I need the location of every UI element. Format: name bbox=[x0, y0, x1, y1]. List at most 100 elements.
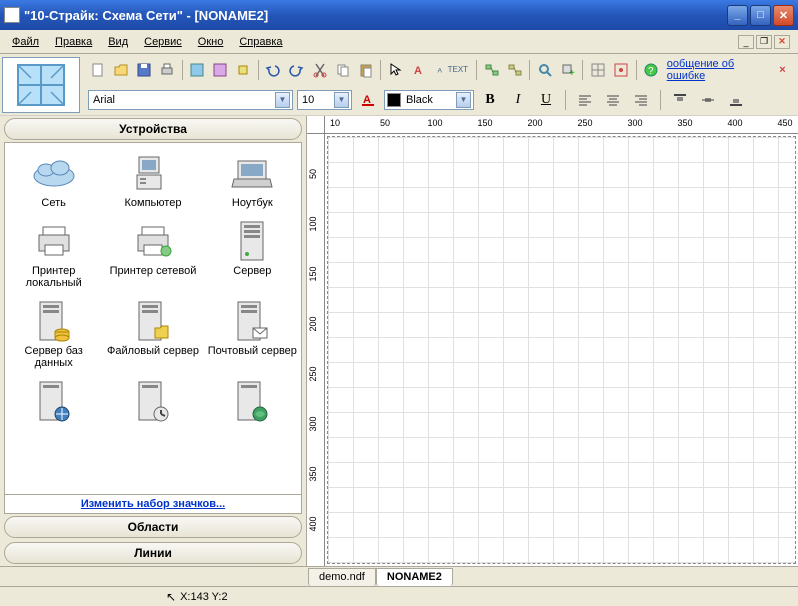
help-button[interactable]: ? bbox=[641, 59, 662, 81]
areas-panel-header[interactable]: Области bbox=[4, 516, 302, 538]
cloud-icon bbox=[30, 151, 78, 195]
valign-top-button[interactable] bbox=[669, 89, 691, 111]
ruler-tick: 200 bbox=[308, 316, 318, 331]
ruler-tick: 10 bbox=[330, 118, 340, 128]
copy-image-button[interactable] bbox=[233, 59, 254, 81]
ruler-tick: 300 bbox=[308, 416, 318, 431]
copy-button[interactable] bbox=[332, 59, 353, 81]
color-combo[interactable]: Black ▼ bbox=[384, 90, 474, 110]
menu-bar: Файл Правка Вид Сервис Окно Справка _ ❐ … bbox=[0, 30, 798, 54]
align-right-button[interactable] bbox=[630, 89, 652, 111]
ruler-tick: 50 bbox=[380, 118, 390, 128]
redo-button[interactable] bbox=[286, 59, 307, 81]
mail-server-icon bbox=[228, 299, 276, 343]
font-size-combo[interactable]: 10 ▼ bbox=[297, 90, 352, 110]
align-center-button[interactable] bbox=[602, 89, 624, 111]
server-icon bbox=[228, 219, 276, 263]
device-item-net-printer[interactable]: Принтер сетевой bbox=[104, 215, 201, 293]
devices-panel-header[interactable]: Устройства bbox=[4, 118, 302, 140]
server3-icon bbox=[129, 379, 177, 423]
valign-bottom-button[interactable] bbox=[725, 89, 747, 111]
paste-button[interactable] bbox=[355, 59, 376, 81]
ruler-tick: 150 bbox=[477, 118, 492, 128]
mdi-restore-button[interactable]: ❐ bbox=[756, 35, 772, 49]
device-item-printer[interactable]: Принтер локальный bbox=[5, 215, 102, 293]
maximize-button[interactable]: □ bbox=[750, 5, 771, 26]
color-swatch bbox=[387, 93, 401, 107]
open-button[interactable] bbox=[110, 59, 131, 81]
laptop-icon bbox=[228, 151, 276, 195]
svg-text:A: A bbox=[437, 67, 442, 74]
lines-panel-header[interactable]: Линии bbox=[4, 542, 302, 564]
left-panel: Устройства Сеть Компьютер Ноутбук Принтер л… bbox=[0, 116, 307, 566]
underline-button[interactable]: U bbox=[535, 89, 557, 111]
computer-icon bbox=[129, 151, 177, 195]
device-label: Принтер сетевой bbox=[110, 265, 197, 277]
error-close-icon[interactable]: × bbox=[772, 59, 793, 81]
menu-service[interactable]: Сервис bbox=[136, 33, 190, 51]
device-label: Принтер локальный bbox=[7, 265, 100, 289]
device-item-cloud[interactable]: Сеть bbox=[5, 147, 102, 213]
menu-view[interactable]: Вид bbox=[100, 33, 136, 51]
font-color-button[interactable]: A bbox=[357, 89, 379, 111]
minimize-button[interactable]: _ bbox=[727, 5, 748, 26]
ruler-horizontal: 1050100150200250300350400450 bbox=[325, 116, 798, 134]
export-image-button[interactable] bbox=[186, 59, 207, 81]
select-button[interactable] bbox=[385, 59, 406, 81]
link-button[interactable] bbox=[481, 59, 502, 81]
chevron-down-icon[interactable]: ▼ bbox=[334, 92, 349, 108]
snap-button[interactable] bbox=[611, 59, 632, 81]
device-item-db-server[interactable]: Сервер баз данных bbox=[5, 295, 102, 373]
chevron-down-icon[interactable]: ▼ bbox=[456, 92, 471, 108]
device-item-server2[interactable] bbox=[5, 375, 102, 429]
mdi-close-button[interactable]: ✕ bbox=[774, 35, 790, 49]
app-icon bbox=[4, 7, 20, 23]
save-button[interactable] bbox=[133, 59, 154, 81]
ruler-tick: 400 bbox=[308, 516, 318, 531]
export-visio-button[interactable] bbox=[210, 59, 231, 81]
device-item-server[interactable]: Сервер bbox=[204, 215, 301, 293]
ruler-tick: 350 bbox=[308, 466, 318, 481]
label-tool-button[interactable]: ATEXT bbox=[432, 59, 472, 81]
color-value: Black bbox=[404, 94, 456, 106]
change-icons-link[interactable]: Изменить набор значков... bbox=[4, 495, 302, 514]
error-report-link[interactable]: ообщение об ошибке bbox=[667, 58, 771, 82]
svg-text:A: A bbox=[414, 65, 422, 77]
print-button[interactable] bbox=[156, 59, 177, 81]
menu-window[interactable]: Окно bbox=[190, 33, 232, 51]
valign-middle-button[interactable] bbox=[697, 89, 719, 111]
device-label: Сеть bbox=[41, 197, 65, 209]
link2-button[interactable] bbox=[504, 59, 525, 81]
device-item-file-server[interactable]: Файловый сервер bbox=[104, 295, 201, 373]
scan-button[interactable] bbox=[534, 59, 555, 81]
device-label: Компьютер bbox=[125, 197, 182, 209]
cut-button[interactable] bbox=[309, 59, 330, 81]
ruler-tick: 450 bbox=[777, 118, 792, 128]
server4-icon bbox=[228, 379, 276, 423]
text-tool-button[interactable]: A bbox=[408, 59, 429, 81]
menu-help[interactable]: Справка bbox=[231, 33, 290, 51]
document-tab[interactable]: NONAME2 bbox=[376, 568, 453, 586]
add-device-button[interactable]: + bbox=[557, 59, 578, 81]
close-button[interactable]: ✕ bbox=[773, 5, 794, 26]
canvas[interactable] bbox=[327, 136, 796, 564]
undo-button[interactable] bbox=[263, 59, 284, 81]
bold-button[interactable]: B bbox=[479, 89, 501, 111]
italic-button[interactable]: I bbox=[507, 89, 529, 111]
menu-file[interactable]: Файл bbox=[4, 33, 47, 51]
device-item-server3[interactable] bbox=[104, 375, 201, 429]
grid-button[interactable] bbox=[587, 59, 608, 81]
new-button[interactable] bbox=[87, 59, 108, 81]
document-tab[interactable]: demo.ndf bbox=[308, 568, 376, 586]
align-left-button[interactable] bbox=[574, 89, 596, 111]
menu-edit[interactable]: Правка bbox=[47, 33, 100, 51]
device-item-computer[interactable]: Компьютер bbox=[104, 147, 201, 213]
ruler-vertical: 50100150200250300350400 bbox=[307, 134, 325, 566]
mdi-minimize-button[interactable]: _ bbox=[738, 35, 754, 49]
device-item-laptop[interactable]: Ноутбук bbox=[204, 147, 301, 213]
chevron-down-icon[interactable]: ▼ bbox=[275, 92, 290, 108]
device-item-mail-server[interactable]: Почтовый сервер bbox=[204, 295, 301, 373]
device-item-server4[interactable] bbox=[204, 375, 301, 429]
ruler-tick: 100 bbox=[308, 216, 318, 231]
font-name-combo[interactable]: Arial ▼ bbox=[88, 90, 293, 110]
